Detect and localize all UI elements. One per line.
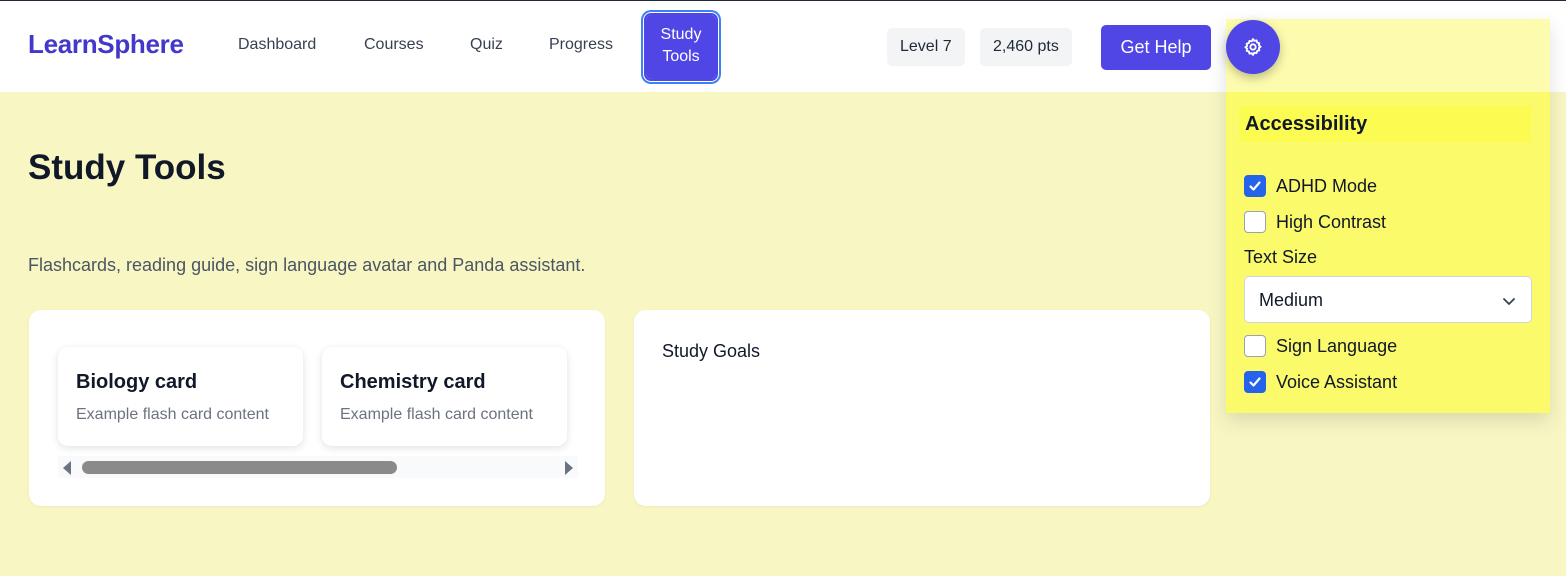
brand-logo[interactable]: LearnSphere [28, 29, 184, 60]
option-adhd-mode[interactable]: ADHD Mode [1244, 174, 1377, 198]
page-title: Study Tools [28, 148, 226, 187]
option-label: Sign Language [1276, 335, 1398, 356]
scroll-right-arrow-icon[interactable] [565, 461, 573, 475]
chevron-down-icon [1503, 298, 1515, 305]
nav-study-tools-line1: Study [660, 26, 702, 43]
nav-courses[interactable]: Courses [364, 36, 424, 54]
flashcard-title: Biology card [76, 371, 198, 393]
accessibility-title-bar: Accessibility [1239, 106, 1531, 142]
nav-progress[interactable]: Progress [549, 36, 613, 54]
flashcard-title: Chemistry card [340, 371, 486, 393]
option-label: Voice Assistant [1276, 371, 1398, 392]
text-size-value: Medium [1259, 290, 1324, 310]
study-goals-title: Study Goals [662, 341, 761, 361]
points-badge: 2,460 pts [980, 28, 1072, 66]
flashcard-body: Example flash card content [76, 406, 269, 423]
option-high-contrast[interactable]: High Contrast [1244, 210, 1386, 234]
option-voice-assistant[interactable]: Voice Assistant [1244, 370, 1397, 394]
nav-study-tools-line2: Tools [662, 48, 700, 65]
accessibility-settings-button[interactable] [1226, 20, 1280, 74]
flashcard-chemistry[interactable]: Chemistry card Example flash card conten… [322, 347, 567, 446]
option-label: High Contrast [1276, 211, 1387, 232]
accessibility-title: Accessibility [1245, 113, 1368, 135]
scrollbar-thumb[interactable] [82, 461, 397, 474]
option-label: ADHD Mode [1276, 175, 1378, 196]
text-size-select[interactable]: Medium [1244, 276, 1532, 323]
option-sign-language[interactable]: Sign Language [1244, 334, 1397, 358]
nav-dashboard[interactable]: Dashboard [238, 36, 316, 54]
nav-study-tools[interactable]: Study Tools [644, 13, 718, 81]
flashcards-panel: Biology card Example flash card content … [29, 310, 605, 506]
checkbox-unchecked-icon[interactable] [1244, 211, 1266, 233]
scroll-left-arrow-icon[interactable] [63, 461, 71, 475]
get-help-button[interactable]: Get Help [1101, 25, 1211, 70]
nav-quiz[interactable]: Quiz [470, 36, 503, 54]
study-goals-panel: Study Goals [634, 310, 1210, 506]
gear-icon [1244, 38, 1262, 56]
level-badge: Level 7 [887, 28, 965, 66]
checkbox-unchecked-icon[interactable] [1244, 335, 1266, 357]
flashcard-biology[interactable]: Biology card Example flash card content [58, 347, 303, 446]
horizontal-scrollbar[interactable] [58, 456, 578, 478]
checkbox-checked-icon[interactable] [1244, 175, 1266, 197]
flashcard-body: Example flash card content [340, 406, 533, 423]
checkbox-checked-icon[interactable] [1244, 371, 1266, 393]
page-description: Flashcards, reading guide, sign language… [28, 255, 586, 275]
text-size-label: Text Size [1244, 247, 1318, 267]
